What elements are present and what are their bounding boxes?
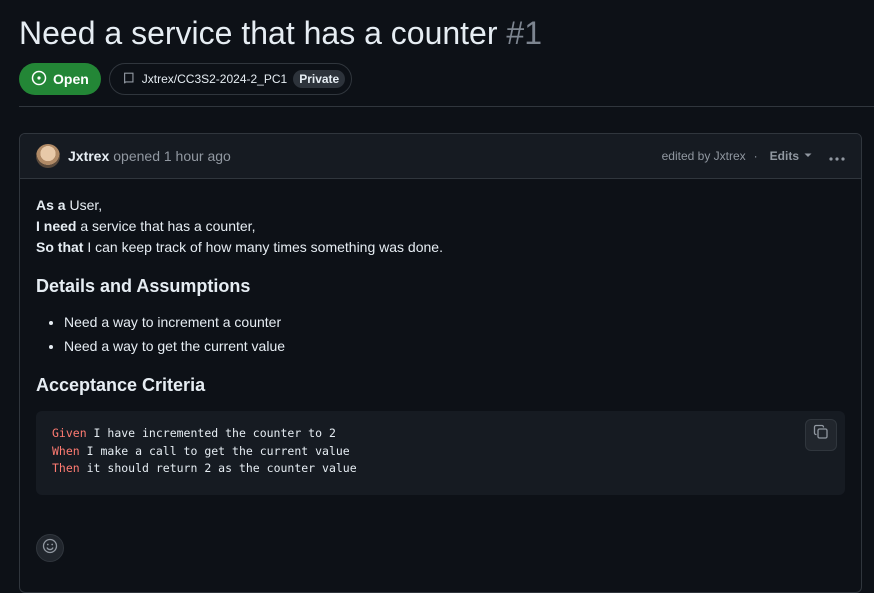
comment-header-actions: edited by Jxtrex · Edits	[662, 146, 853, 167]
repo-name: Jxtrex/CC3S2-2024-2_PC1	[141, 72, 288, 86]
separator-dot: ·	[753, 149, 758, 163]
list-item: Need a way to increment a counter	[64, 312, 845, 333]
add-reaction-button[interactable]	[36, 534, 64, 562]
state-badge: Open	[19, 63, 101, 95]
story-line: I need a service that has a counter,	[36, 218, 256, 234]
author-link[interactable]: Jxtrex	[68, 148, 109, 164]
issue-meta: Open Jxtrex/CC3S2-2024-2_PC1 Private	[19, 63, 353, 95]
copy-button[interactable]	[805, 419, 837, 451]
issue-title: Need a service that has a counter	[19, 15, 498, 51]
header-divider	[19, 106, 874, 107]
repo-icon	[122, 71, 136, 88]
smiley-icon	[42, 538, 58, 559]
avatar[interactable]	[36, 144, 60, 168]
repo-link[interactable]: Jxtrex/CC3S2-2024-2_PC1 Private	[108, 63, 353, 95]
details-list: Need a way to increment a counter Need a…	[36, 312, 845, 357]
caret-down-icon	[803, 149, 813, 163]
story-line: So that I can keep track of how many tim…	[36, 239, 443, 255]
comment-body: As a User, I need a service that has a c…	[20, 179, 861, 495]
issue-number: #1	[506, 15, 542, 51]
code-line: Then it should return 2 as the counter v…	[52, 461, 357, 475]
opened-timestamp: opened 1 hour ago	[113, 148, 231, 164]
issue-open-icon	[31, 70, 47, 89]
private-badge: Private	[293, 70, 346, 88]
code-line: When I make a call to get the current va…	[52, 443, 350, 458]
edits-dropdown[interactable]: Edits	[770, 149, 813, 163]
kebab-icon[interactable]	[821, 146, 853, 167]
code-block: Given I have incremented the counter to …	[36, 411, 845, 495]
edited-by-text: edited by Jxtrex	[661, 149, 746, 163]
acceptance-heading: Acceptance Criteria	[36, 375, 206, 395]
copy-icon	[813, 424, 829, 446]
issue-title-row: Need a service that has a counter #1	[19, 12, 542, 54]
state-label: Open	[53, 71, 89, 87]
code-line: Given I have incremented the counter to …	[52, 426, 336, 440]
issue-comment: Jxtrex opened 1 hour ago edited by Jxtre…	[19, 133, 862, 593]
details-heading: Details and Assumptions	[36, 276, 251, 296]
comment-header: Jxtrex opened 1 hour ago edited by Jxtre…	[20, 134, 861, 179]
story-line: As a User,	[36, 197, 103, 213]
edits-label: Edits	[769, 149, 799, 163]
list-item: Need a way to get the current value	[64, 336, 845, 357]
